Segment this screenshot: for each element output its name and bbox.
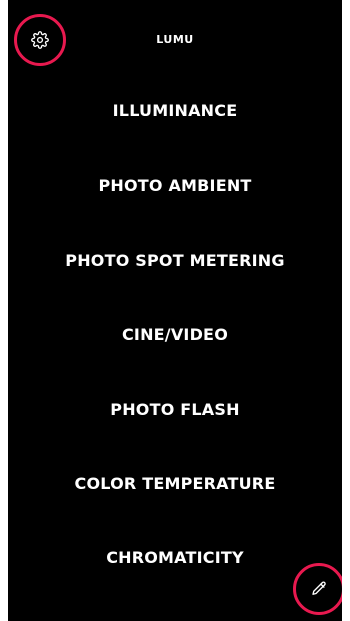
menu-item-photo-spot-metering[interactable]: PHOTO SPOT METERING — [8, 251, 342, 270]
menu-item-color-temperature[interactable]: COLOR TEMPERATURE — [8, 474, 342, 493]
edit-button[interactable] — [293, 563, 342, 615]
pencil-icon — [310, 580, 328, 598]
menu-item-photo-ambient[interactable]: PHOTO AMBIENT — [8, 176, 342, 195]
menu-item-photo-flash[interactable]: PHOTO FLASH — [8, 400, 342, 419]
menu-item-chromaticity[interactable]: CHROMATICITY — [8, 548, 342, 567]
menu-item-illuminance[interactable]: ILLUMINANCE — [8, 101, 342, 120]
mode-menu: ILLUMINANCE PHOTO AMBIENT PHOTO SPOT MET… — [8, 0, 342, 621]
menu-item-cine-video[interactable]: CINE/VIDEO — [8, 325, 342, 344]
app-screen: LUMU ILLUMINANCE PHOTO AMBIENT PHOTO SPO… — [8, 0, 342, 621]
